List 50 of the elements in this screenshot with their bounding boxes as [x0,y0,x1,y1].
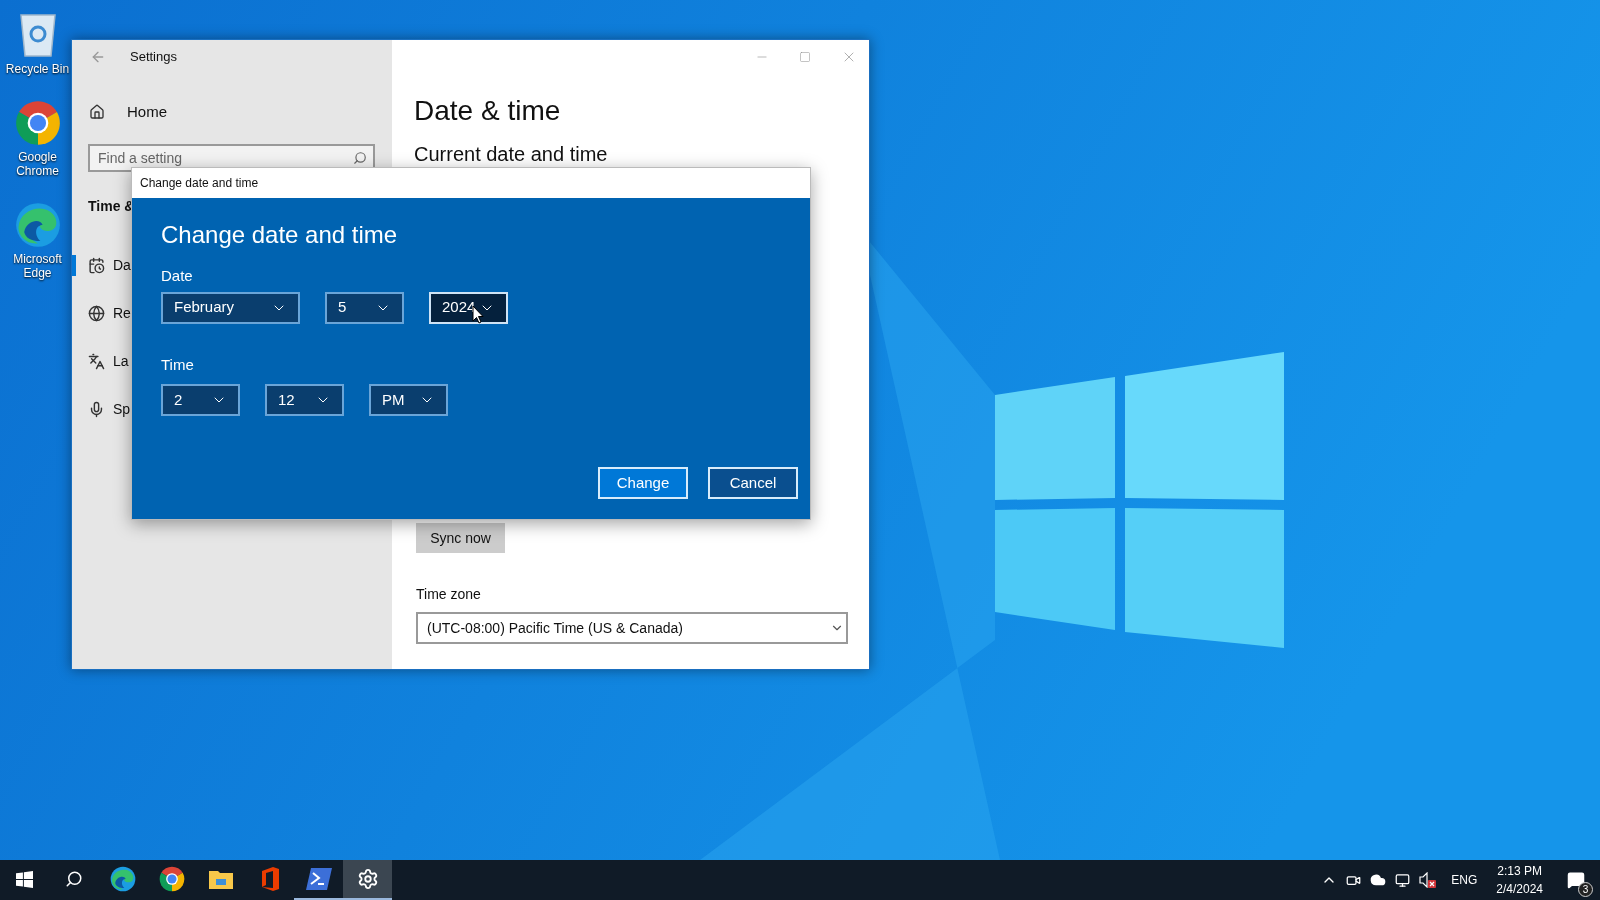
mouse-pointer-icon [472,305,484,324]
window-title: Settings [130,48,177,67]
nav-item[interactable]: La [72,351,129,372]
home-icon [89,104,105,120]
desktop-icon-label[interactable]: Recycle Bin [5,62,70,76]
windows-logo-icon [16,870,33,888]
search-icon [64,870,83,888]
language-icon [88,353,105,370]
terminal-icon [305,868,332,890]
field-label: Date [161,266,193,286]
microphone-icon [88,401,105,418]
globe-icon [88,305,105,322]
taskbar-button[interactable] [343,860,392,900]
field-label: Time zone [416,585,481,604]
nav-item[interactable]: Re [72,303,131,324]
dropdown[interactable]: 2024 [429,291,508,324]
folder-icon [208,869,233,889]
page-title: Date & time [414,94,561,128]
nav-item[interactable]: Sp [72,399,131,420]
notification-count: 3 [1578,882,1593,897]
dropdown[interactable]: 2 [161,384,240,416]
edge-icon [109,866,136,892]
section-heading: Current date and time [414,142,608,166]
chrome-icon [14,100,61,146]
field-label: Time [161,354,194,375]
dropdown[interactable]: February [161,291,300,324]
change-button[interactable]: Change [598,467,688,499]
search-icon [353,151,367,165]
language-indicator[interactable]: ENG [1451,871,1478,889]
time-zone-dropdown[interactable]: (UTC-08:00) Pacific Time (US & Canada) [416,612,848,644]
dropdown[interactable]: 5 [325,291,404,324]
desktop-icon-label[interactable]: Microsoft Edge [0,252,75,280]
desktop-icon-label[interactable]: Google Chrome [0,150,75,178]
dialog-title: Change date and time [140,175,259,192]
home-link[interactable]: Home [72,100,392,124]
monitor-icon[interactable] [1395,872,1411,888]
sync-now-button[interactable]: Sync now [416,523,505,553]
office-icon [259,867,280,891]
cancel-button[interactable]: Cancel [708,467,798,499]
gear-icon [356,868,379,890]
dialog-heading: Change date and time [161,220,398,250]
speaker-muted-icon[interactable] [1419,872,1437,888]
chrome-icon [158,866,185,892]
notifications-icon[interactable] [1567,871,1585,889]
dropdown[interactable]: PM [369,384,448,416]
edge-icon [14,202,61,248]
calendar-icon [88,257,105,274]
clock[interactable]: 2:13 PM 2/4/2024 [1496,862,1543,898]
dropdown[interactable]: 12 [265,384,344,416]
cloud-icon[interactable] [1370,872,1387,888]
